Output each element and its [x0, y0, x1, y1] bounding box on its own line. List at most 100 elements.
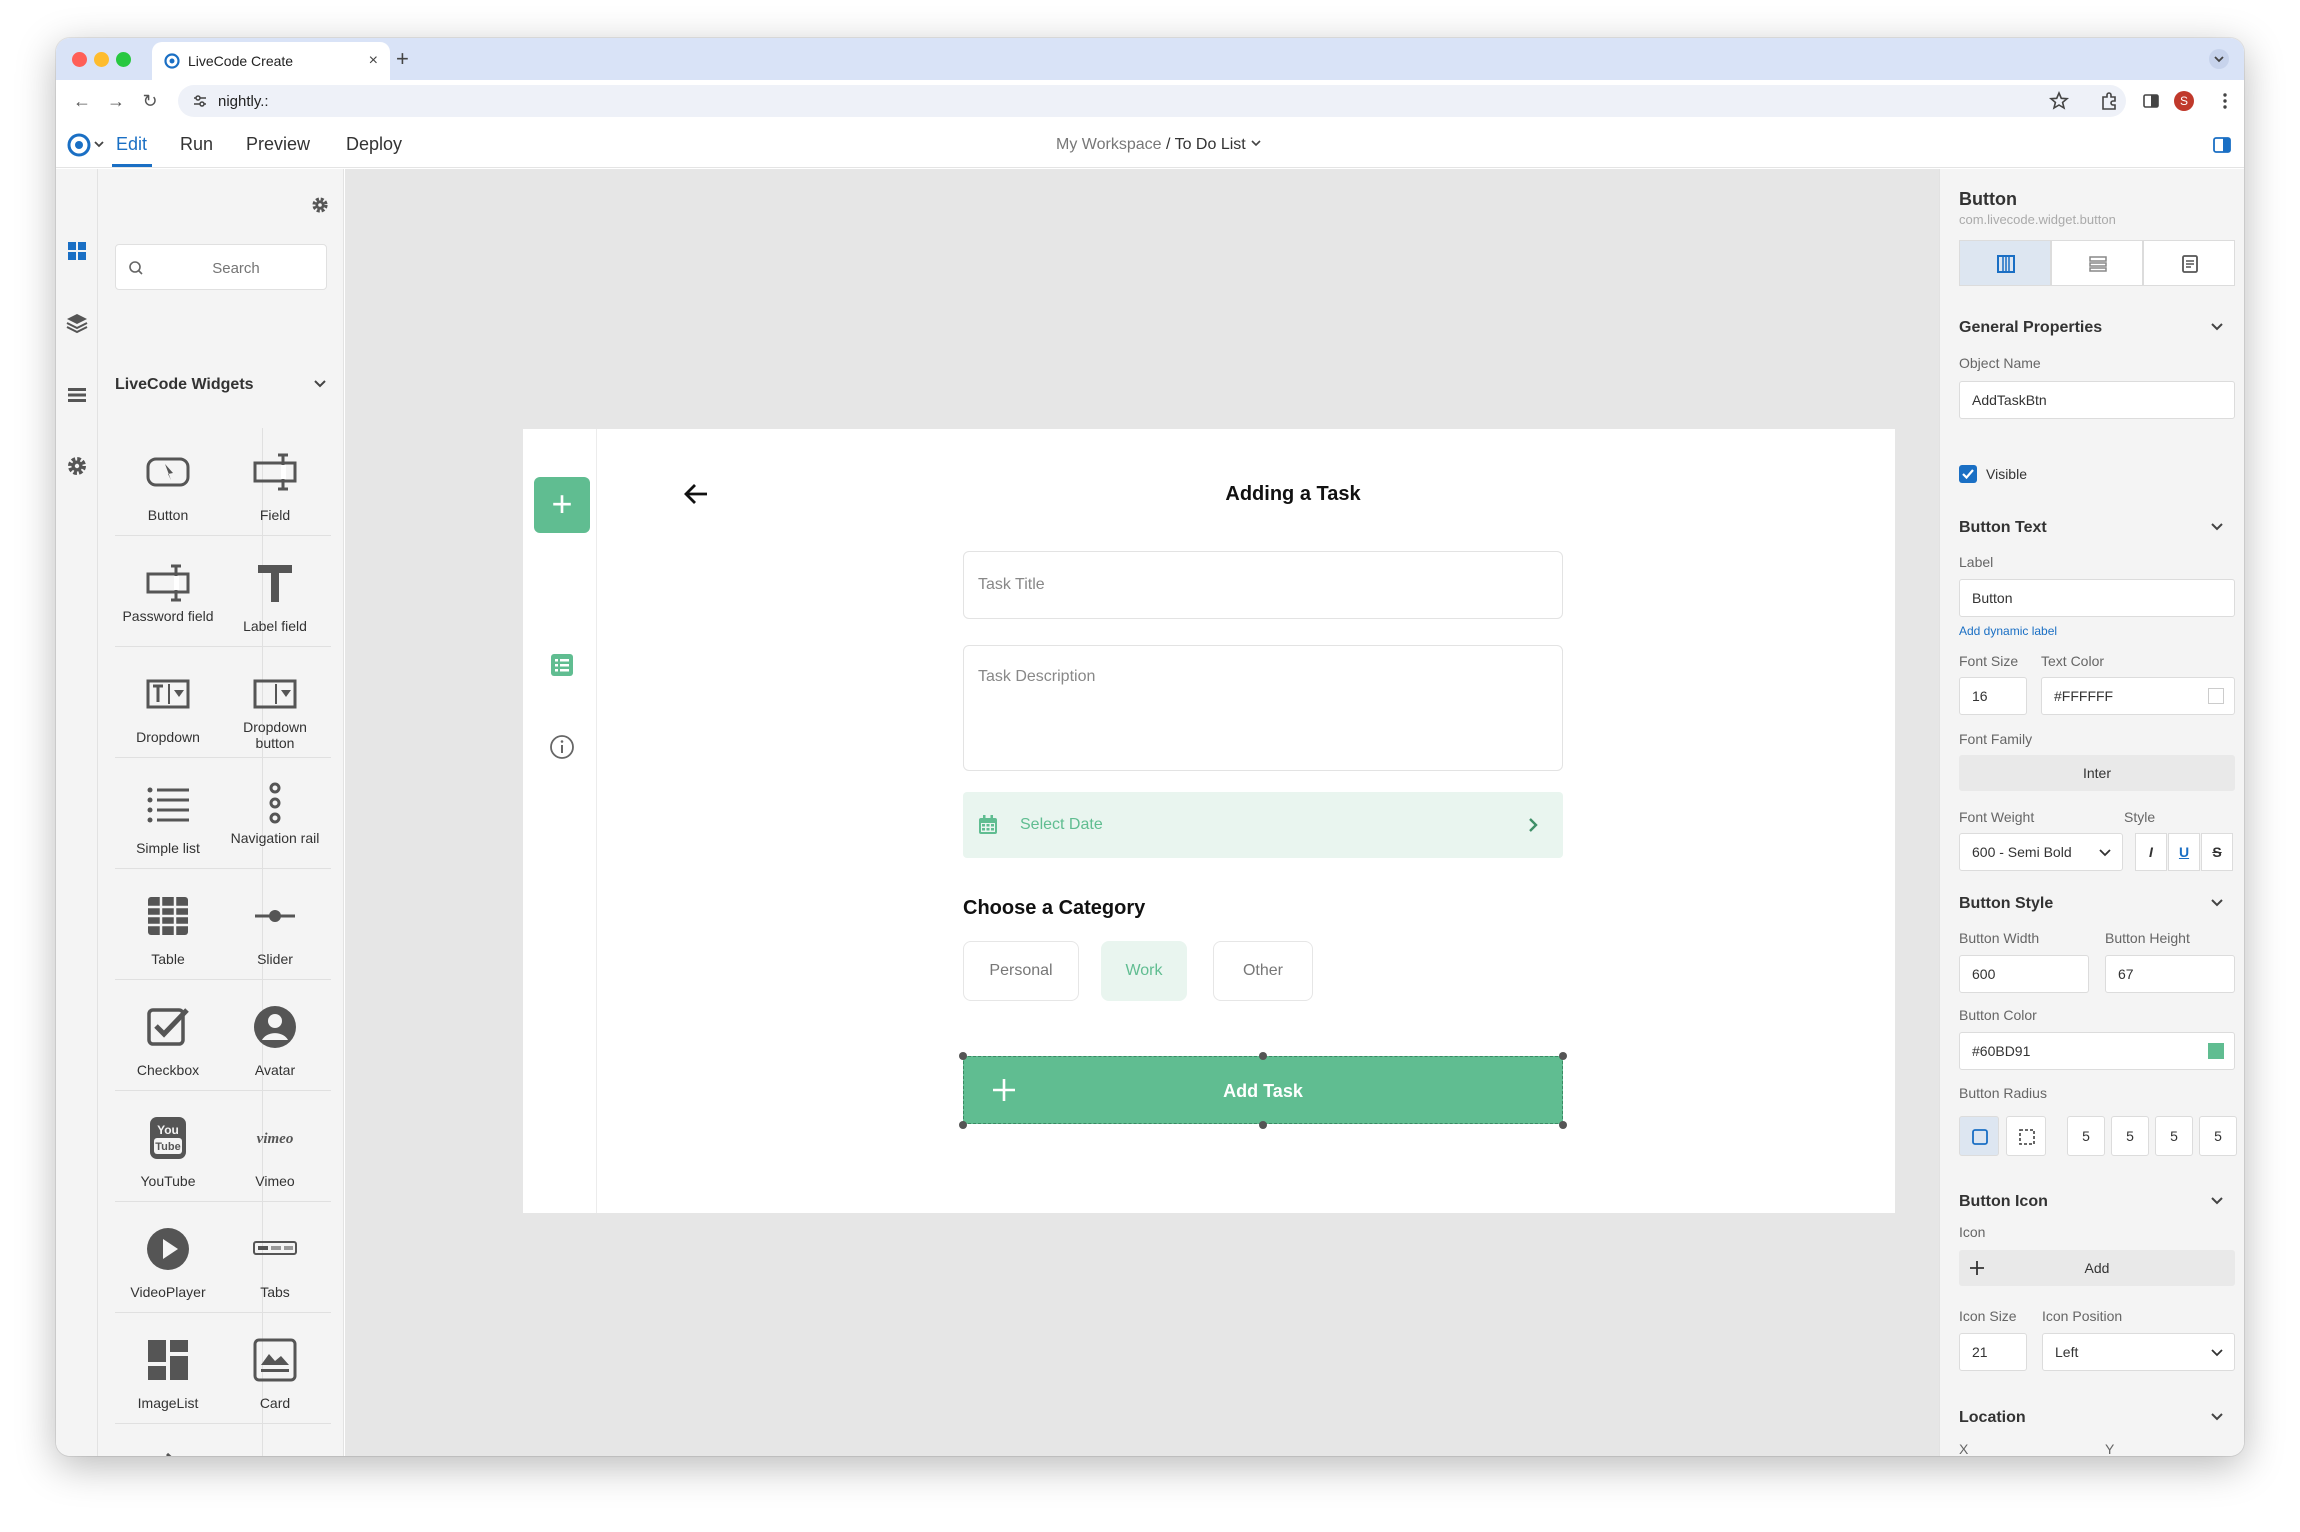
widget-slider[interactable]: Slider: [222, 871, 328, 979]
location-heading[interactable]: Location: [1959, 1409, 2026, 1427]
widget-section-title[interactable]: LiveCode Widgets: [115, 376, 254, 394]
chevron-down-icon[interactable]: [2209, 319, 2225, 335]
chevron-down-icon[interactable]: [2209, 519, 2225, 535]
properties-tab[interactable]: [1959, 240, 2051, 286]
widget-video-player[interactable]: VideoPlayer: [115, 1204, 221, 1312]
button-height-input[interactable]: 67: [2105, 955, 2235, 993]
resize-handle-bottom-right[interactable]: [1559, 1121, 1567, 1129]
font-family-button[interactable]: Inter: [1959, 755, 2235, 791]
general-properties-heading[interactable]: General Properties: [1959, 319, 2102, 337]
widget-field[interactable]: Field: [222, 427, 328, 535]
widget-settings-gear-icon[interactable]: [310, 195, 330, 215]
screen-navigation-rail[interactable]: +: [523, 429, 597, 1213]
toggle-panel-icon[interactable]: [2212, 135, 2232, 155]
widget-image-list[interactable]: ImageList: [115, 1315, 221, 1423]
settings-gear-icon[interactable]: [65, 454, 89, 478]
app-screen-card[interactable]: + Adding a Task Task Title Task Descript…: [523, 429, 1895, 1213]
italic-button[interactable]: I: [2135, 833, 2167, 871]
url-field[interactable]: nightly.:: [178, 85, 2126, 117]
menu-deploy[interactable]: Deploy: [346, 134, 402, 155]
radius-top-left-input[interactable]: 5: [2067, 1116, 2105, 1156]
icon-size-input[interactable]: 21: [1959, 1333, 2027, 1371]
widget-tabs[interactable]: Tabs: [222, 1204, 328, 1312]
widget-label-field[interactable]: Label field: [222, 538, 328, 646]
resize-handle-top-left[interactable]: [959, 1052, 967, 1060]
button-color-swatch[interactable]: [2208, 1043, 2224, 1059]
text-color-input[interactable]: #FFFFFF: [2041, 677, 2235, 715]
new-tab-button[interactable]: +: [396, 46, 409, 72]
widget-search-box[interactable]: [115, 244, 327, 290]
maximize-window-button[interactable]: [116, 52, 131, 67]
text-color-swatch[interactable]: [2208, 688, 2224, 704]
radius-bottom-right-input[interactable]: 5: [2155, 1116, 2193, 1156]
task-title-field[interactable]: Task Title: [963, 551, 1563, 619]
underline-button[interactable]: U: [2168, 833, 2200, 871]
widget-vimeo[interactable]: vimeo Vimeo: [222, 1093, 328, 1201]
resize-handle-top-right[interactable]: [1559, 1052, 1567, 1060]
widget-button[interactable]: Button: [115, 427, 221, 535]
chevron-down-icon[interactable]: [2209, 1409, 2225, 1425]
task-list-icon[interactable]: [548, 651, 576, 679]
script-tab[interactable]: [2143, 240, 2235, 286]
chevron-down-icon[interactable]: [2209, 1193, 2225, 1209]
resize-handle-bottom-left[interactable]: [959, 1121, 967, 1129]
object-name-input[interactable]: AddTaskBtn: [1959, 381, 2235, 419]
widget-simple-list[interactable]: Simple list: [115, 760, 221, 868]
icon-position-select[interactable]: Left: [2042, 1333, 2235, 1371]
strikethrough-button[interactable]: S: [2201, 833, 2233, 871]
breadcrumb-project[interactable]: To Do List: [1175, 136, 1246, 153]
chevron-down-icon[interactable]: [2209, 895, 2225, 911]
menu-preview[interactable]: Preview: [246, 134, 310, 155]
layers-icon[interactable]: [65, 311, 89, 335]
widget-avatar[interactable]: Avatar: [222, 982, 328, 1090]
menu-run[interactable]: Run: [180, 134, 213, 155]
chevron-down-icon[interactable]: [312, 376, 328, 392]
radius-uniform-toggle[interactable]: [1959, 1116, 1999, 1156]
radius-bottom-left-input[interactable]: 5: [2199, 1116, 2237, 1156]
widget-youtube[interactable]: You Tube YouTube: [115, 1093, 221, 1201]
close-window-button[interactable]: [72, 52, 87, 67]
button-icon-heading[interactable]: Button Icon: [1959, 1193, 2048, 1211]
close-tab-icon[interactable]: ×: [369, 52, 378, 70]
task-description-field[interactable]: Task Description: [963, 645, 1563, 771]
resize-handle-top[interactable]: [1259, 1052, 1267, 1060]
widget-card[interactable]: Card: [222, 1315, 328, 1423]
category-chip-other[interactable]: Other: [1213, 941, 1313, 1001]
breadcrumb-workspace[interactable]: My Workspace: [1056, 136, 1162, 153]
label-input[interactable]: Button: [1959, 579, 2235, 617]
layout-tab[interactable]: [2051, 240, 2143, 286]
info-icon[interactable]: [548, 733, 576, 761]
font-size-input[interactable]: 16: [1959, 677, 2027, 715]
category-chip-work[interactable]: Work: [1101, 941, 1187, 1001]
design-canvas[interactable]: + Adding a Task Task Title Task Descript…: [345, 169, 1939, 1456]
category-chip-personal[interactable]: Personal: [963, 941, 1079, 1001]
browser-menu-icon[interactable]: [2214, 90, 2236, 112]
widget-search-input[interactable]: [156, 257, 316, 279]
add-icon-button[interactable]: Add: [1959, 1250, 2235, 1286]
back-arrow-icon[interactable]: [681, 479, 711, 509]
visible-checkbox[interactable]: [1959, 465, 1977, 483]
list-icon[interactable]: [65, 383, 89, 407]
widget-navigation-rail[interactable]: Navigation rail: [222, 760, 328, 868]
widget-dropdown-button[interactable]: Dropdown button: [222, 649, 328, 757]
add-dynamic-label-link[interactable]: Add dynamic label: [1959, 624, 2057, 638]
widget-dropdown[interactable]: Dropdown: [115, 649, 221, 757]
side-panel-icon[interactable]: [2140, 90, 2162, 112]
select-date-row[interactable]: Select Date: [963, 792, 1563, 858]
menu-edit[interactable]: Edit: [116, 134, 147, 155]
livecode-logo-icon[interactable]: [66, 132, 92, 158]
site-settings-icon[interactable]: [192, 93, 208, 109]
widget-tag[interactable]: [115, 1426, 221, 1456]
radius-top-right-input[interactable]: 5: [2111, 1116, 2149, 1156]
resize-handle-bottom[interactable]: [1259, 1121, 1267, 1129]
minimize-window-button[interactable]: [94, 52, 109, 67]
widget-password-field[interactable]: Password field: [115, 538, 221, 646]
add-task-button[interactable]: Add Task: [963, 1056, 1563, 1124]
chevron-down-icon[interactable]: [92, 134, 106, 154]
font-weight-select[interactable]: 600 - Semi Bold: [1959, 833, 2123, 871]
profile-avatar[interactable]: S: [2174, 91, 2194, 111]
widgets-icon[interactable]: [65, 239, 89, 263]
extensions-icon[interactable]: [2098, 90, 2120, 112]
widget-rating[interactable]: [222, 1426, 328, 1456]
radius-individual-toggle[interactable]: [2006, 1116, 2046, 1156]
